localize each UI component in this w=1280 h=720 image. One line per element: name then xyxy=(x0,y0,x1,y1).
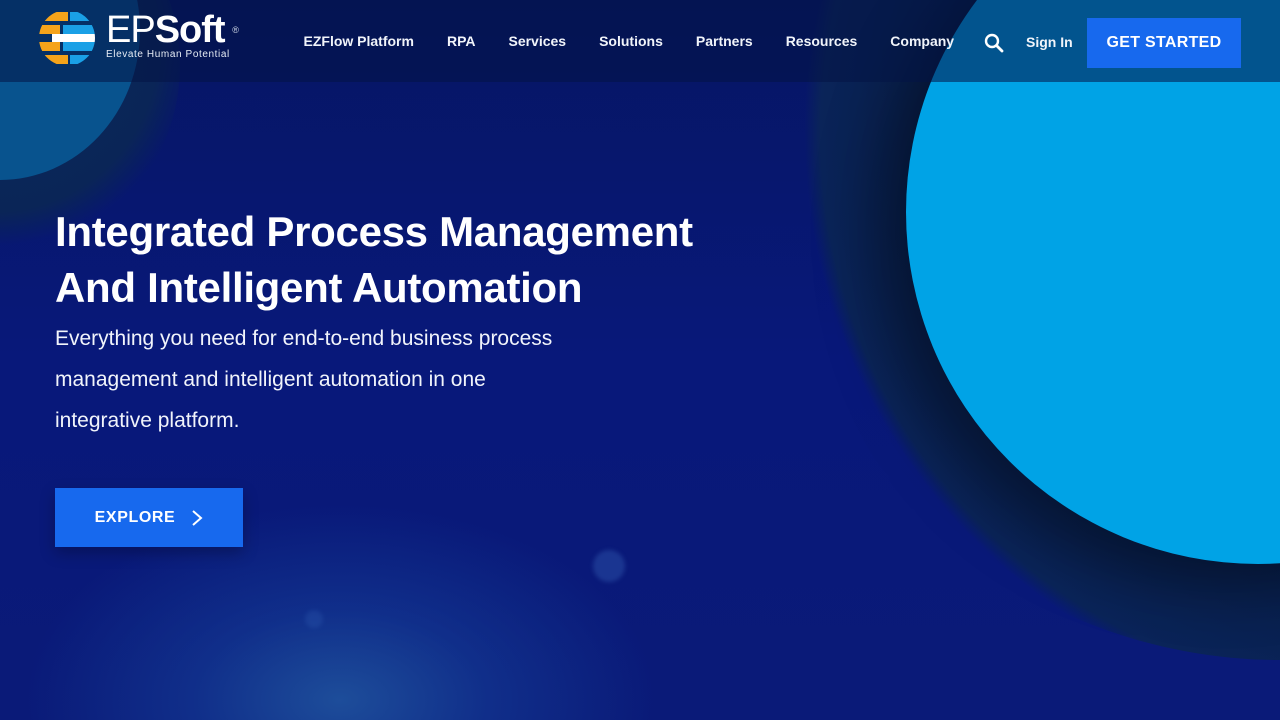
search-icon[interactable] xyxy=(983,32,1005,54)
site-header: EPSoft ® Elevate Human Potential EZFlow … xyxy=(0,0,1280,82)
hero-title: Integrated Process Management And Intell… xyxy=(55,204,755,316)
hero-title-line-1: Integrated Process Management xyxy=(55,208,693,255)
brand-name-prefix: EP xyxy=(106,9,156,51)
nav-resources[interactable]: Resources xyxy=(769,33,874,49)
nav-company[interactable]: Company xyxy=(874,33,971,49)
explore-button[interactable]: EXPLORE xyxy=(55,488,243,547)
main-nav: EZFlow Platform RPA Services Solutions P… xyxy=(287,0,971,82)
nav-solutions[interactable]: Solutions xyxy=(583,33,680,49)
hero-title-line-2: And Intelligent Automation xyxy=(55,264,583,311)
epsoft-logo-icon xyxy=(39,12,95,64)
registered-mark: ® xyxy=(232,25,239,35)
decor-bokeh xyxy=(305,610,323,628)
hero-description: Everything you need for end-to-end busin… xyxy=(55,327,553,432)
nav-services[interactable]: Services xyxy=(492,33,583,49)
brand-name: EPSoft ® xyxy=(106,9,239,51)
brand-name-suffix: Soft xyxy=(154,9,226,51)
sign-in-link[interactable]: Sign In xyxy=(1026,34,1073,50)
explore-button-label: EXPLORE xyxy=(94,508,176,526)
brand-logo[interactable]: EPSoft ® Elevate Human Potential xyxy=(38,8,243,68)
get-started-button[interactable]: GET STARTED xyxy=(1087,18,1241,68)
decor-bokeh xyxy=(593,550,625,582)
nav-partners[interactable]: Partners xyxy=(679,33,769,49)
brand-tagline: Elevate Human Potential xyxy=(106,49,230,60)
hero-section: Integrated Process Management And Intell… xyxy=(55,204,755,441)
nav-rpa[interactable]: RPA xyxy=(430,33,492,49)
chevron-right-icon xyxy=(192,509,203,526)
nav-ezflow-platform[interactable]: EZFlow Platform xyxy=(287,33,430,49)
